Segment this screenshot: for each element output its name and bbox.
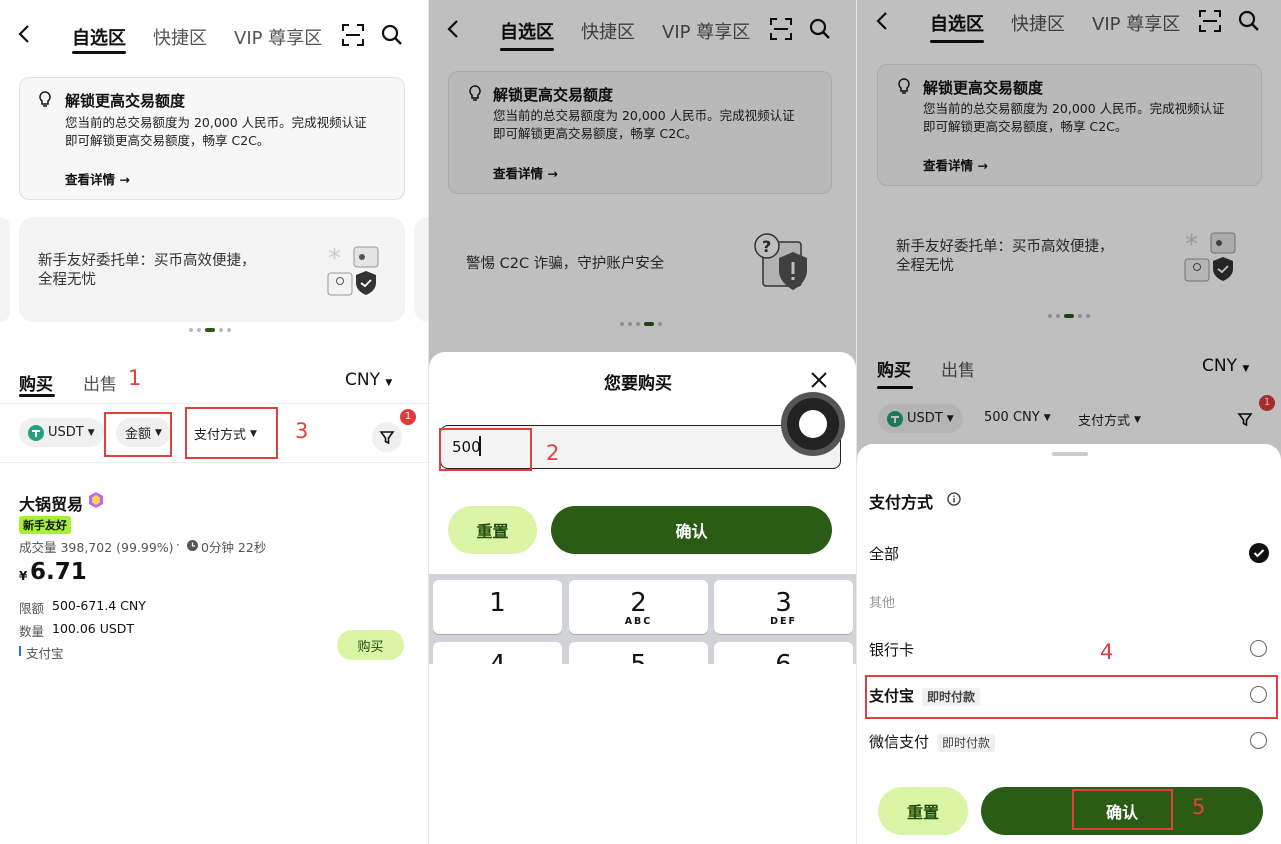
banner-next xyxy=(414,217,428,322)
payment-sheet-title: 支付方式 xyxy=(869,493,934,512)
listing-buy-button[interactable]: 购买 xyxy=(337,630,404,660)
key-1[interactable]: 1 xyxy=(433,580,562,634)
security-illustration-icon: * xyxy=(326,243,386,299)
radio-wechat[interactable] xyxy=(1250,732,1267,749)
notice-line-2: 即可解锁更高交易额度，畅享 C2C。 xyxy=(65,133,270,148)
screen-2: 自选区 快捷区 VIP 尊享区 解锁更高交易额度 您当前的总交易额度为 20,0… xyxy=(429,0,856,844)
volume-separator: · xyxy=(176,537,180,552)
key-2-letters: ABC xyxy=(624,616,653,627)
key-2[interactable]: 2 ABC xyxy=(569,580,708,634)
option-wechat[interactable]: 微信支付 即时付款 xyxy=(869,731,996,752)
tab-selected[interactable]: 自选区 xyxy=(72,24,126,50)
divider xyxy=(0,403,428,404)
other-section-label: 其他 xyxy=(869,596,896,611)
usdt-icon xyxy=(28,424,44,441)
sheet-drag-handle[interactable] xyxy=(1052,452,1088,456)
option-all[interactable]: 全部 xyxy=(869,543,899,564)
buy-underline xyxy=(19,394,55,397)
checkmark-icon[interactable] xyxy=(1249,543,1269,563)
reset-button[interactable]: 重置 xyxy=(878,787,968,835)
annotation-4: 4 xyxy=(1100,640,1114,664)
reset-button[interactable]: 重置 xyxy=(448,506,537,554)
key-3-digit: 3 xyxy=(775,588,792,618)
release-time: 0分钟 22秒 xyxy=(201,540,267,555)
tab-vip[interactable]: VIP 尊享区 xyxy=(234,24,322,50)
key-2-digit: 2 xyxy=(630,588,647,618)
annotation-box-alipay xyxy=(865,675,1278,719)
banner-newbie-line-1: 新手友好委托单：买币高效便捷， xyxy=(38,253,256,269)
notice-details-link[interactable]: 查看详情 → xyxy=(65,169,130,188)
lightbulb-icon xyxy=(38,91,52,109)
banner-pagination xyxy=(189,328,231,332)
verified-icon xyxy=(87,491,105,509)
option-bank-card[interactable]: 银行卡 xyxy=(869,639,914,660)
currency-symbol: ¥ xyxy=(19,569,28,583)
screen-1: 自选区 快捷区 VIP 尊享区 解锁更高交易额度 您当前的总交易额度为 20,0… xyxy=(0,0,428,844)
coin-filter-label: USDT xyxy=(48,425,84,440)
price: 6.71 xyxy=(30,559,87,585)
annotation-5: 5 xyxy=(1192,795,1206,819)
banner-newbie-line-2: 全程无忧 xyxy=(38,272,96,288)
annotation-3: 3 xyxy=(295,419,309,443)
annotation-box-confirm xyxy=(1072,789,1173,830)
merchant-name[interactable]: 大锅贸易 xyxy=(19,491,83,515)
annotation-box-payment xyxy=(185,407,278,459)
option-wechat-label: 微信支付 xyxy=(869,733,930,751)
filter-icon[interactable] xyxy=(372,422,402,452)
quantity-value: 100.06 USDT xyxy=(52,621,135,636)
volume-text: 成交量 398,702 (99.99%) xyxy=(19,540,174,555)
coin-filter[interactable]: USDT ▼ xyxy=(19,418,104,447)
currency-value: CNY xyxy=(345,370,380,390)
limit-value: 500-671.4 CNY xyxy=(52,598,146,613)
annotation-box-input xyxy=(439,428,532,471)
quantity-label: 数量 xyxy=(19,624,45,639)
annotation-2: 2 xyxy=(546,441,560,465)
tab-underline xyxy=(72,51,126,54)
keypad-cutoff xyxy=(429,664,856,844)
limit-label: 限额 xyxy=(19,601,45,616)
tab-quick[interactable]: 快捷区 xyxy=(153,24,207,50)
assistive-touch-inner xyxy=(799,410,827,438)
svg-text:*: * xyxy=(328,244,341,274)
instant-payment-tag: 即时付款 xyxy=(937,734,996,752)
banner-prev xyxy=(0,217,10,322)
currency-select[interactable]: CNY ▼ xyxy=(345,370,392,390)
key-3-letters: DEF xyxy=(770,616,797,627)
annotation-1: 1 xyxy=(128,366,142,390)
notice-line-1: 您当前的总交易额度为 20,000 人民币。完成视频认证 xyxy=(65,115,367,130)
search-icon[interactable] xyxy=(380,23,404,47)
divider xyxy=(0,462,428,463)
payment-indicator xyxy=(19,646,21,656)
back-icon[interactable] xyxy=(16,24,32,44)
segment-sell[interactable]: 出售 xyxy=(83,370,117,395)
scan-icon[interactable] xyxy=(341,23,365,47)
close-icon[interactable] xyxy=(810,371,828,389)
radio-bank-card[interactable] xyxy=(1250,640,1267,657)
segment-buy[interactable]: 购买 xyxy=(19,370,53,395)
clock-icon xyxy=(187,540,198,551)
confirm-button[interactable]: 确认 xyxy=(551,506,832,554)
filter-badge: 1 xyxy=(400,409,416,425)
key-3[interactable]: 3 DEF xyxy=(714,580,853,634)
newbie-badge: 新手友好 xyxy=(19,516,71,534)
screen-3: 自选区 快捷区 VIP 尊享区 解锁更高交易额度 您当前的总交易额度为 20,0… xyxy=(857,0,1281,844)
notice-title: 解锁更高交易额度 xyxy=(65,92,186,110)
amount-sheet-title: 您要购买 xyxy=(604,374,672,394)
listing-payment-method: 支付宝 xyxy=(26,646,64,661)
annotation-box-amount xyxy=(104,412,172,457)
info-icon[interactable] xyxy=(947,492,961,506)
key-1-digit: 1 xyxy=(489,588,506,618)
